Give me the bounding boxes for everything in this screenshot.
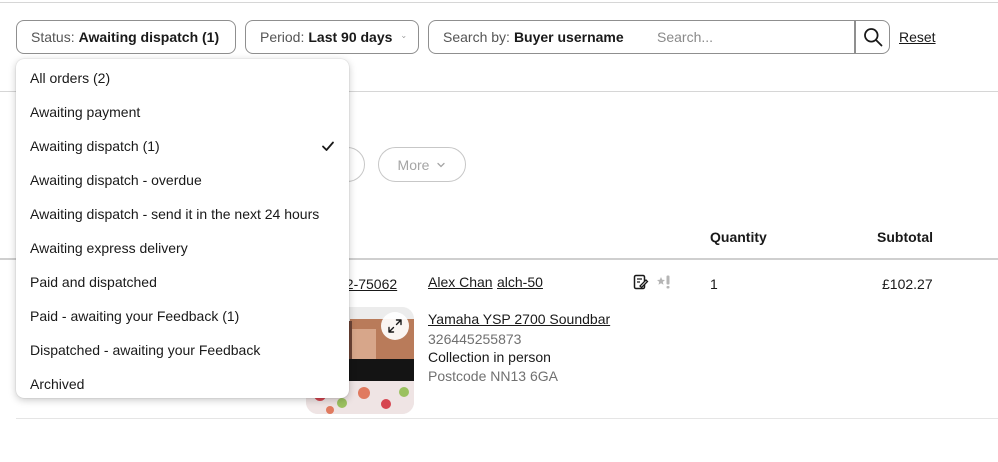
top-divider (0, 2, 998, 3)
period-filter-value: Last 90 days (308, 29, 393, 45)
buyer-username-link[interactable]: alch-50 (497, 274, 543, 290)
item-title-link[interactable]: Yamaha YSP 2700 Soundbar (428, 311, 610, 327)
search-by-button[interactable]: Search by: Buyer username (428, 20, 644, 54)
more-filters-button[interactable]: More (378, 147, 466, 182)
note-edit-icon[interactable] (633, 274, 649, 290)
search-input[interactable] (643, 20, 855, 54)
search-by-value: Buyer username (513, 29, 624, 45)
period-filter-button[interactable]: Period: Last 90 days (245, 20, 419, 54)
buyer-name-link[interactable]: Alex Chan (428, 274, 493, 290)
postcode: Postcode NN13 6GA (428, 368, 558, 384)
feedback-star-icon[interactable] (656, 274, 672, 290)
search-button[interactable] (855, 20, 890, 54)
quantity-column-header: Quantity (710, 229, 767, 245)
item-number: 326445255873 (428, 331, 522, 347)
period-filter-label: Period: (260, 29, 305, 45)
status-option-awaiting-dispatch-24h[interactable]: Awaiting dispatch - send it in the next … (16, 197, 349, 231)
status-option-archived[interactable]: Archived (16, 367, 349, 401)
row-divider (16, 418, 998, 419)
status-filter-label: Status: (31, 29, 75, 45)
chevron-down-icon (437, 162, 446, 167)
status-option-paid-and-dispatched[interactable]: Paid and dispatched (16, 265, 349, 299)
status-option-all-orders[interactable]: All orders (2) (16, 61, 349, 95)
chevron-down-icon (402, 36, 406, 38)
more-filters-label: More (397, 156, 430, 173)
status-option-paid-awaiting-feedback[interactable]: Paid - awaiting your Feedback (1) (16, 299, 349, 333)
checkmark-icon (322, 141, 334, 151)
search-icon (863, 28, 882, 47)
status-filter-button[interactable]: Status: Awaiting dispatch (1) (16, 20, 236, 54)
order-subtotal: £102.27 (882, 276, 933, 292)
subtotal-column-header: Subtotal (877, 229, 933, 245)
status-filter-value: Awaiting dispatch (1) (78, 29, 220, 45)
expand-icon (388, 319, 402, 333)
status-option-awaiting-dispatch[interactable]: Awaiting dispatch (1) (16, 129, 349, 163)
status-option-dispatched-awaiting-feedback[interactable]: Dispatched - awaiting your Feedback (16, 333, 349, 367)
status-dropdown-menu: All orders (2) Awaiting payment Awaiting… (16, 59, 349, 398)
order-quantity: 1 (710, 276, 718, 292)
expand-image-button[interactable] (381, 312, 409, 340)
status-option-awaiting-express-delivery[interactable]: Awaiting express delivery (16, 231, 349, 265)
reset-link[interactable]: Reset (899, 29, 936, 45)
search-by-label: Search by: (443, 29, 510, 45)
status-option-awaiting-dispatch-overdue[interactable]: Awaiting dispatch - overdue (16, 163, 349, 197)
delivery-method: Collection in person (428, 349, 551, 365)
status-option-awaiting-payment[interactable]: Awaiting payment (16, 95, 349, 129)
